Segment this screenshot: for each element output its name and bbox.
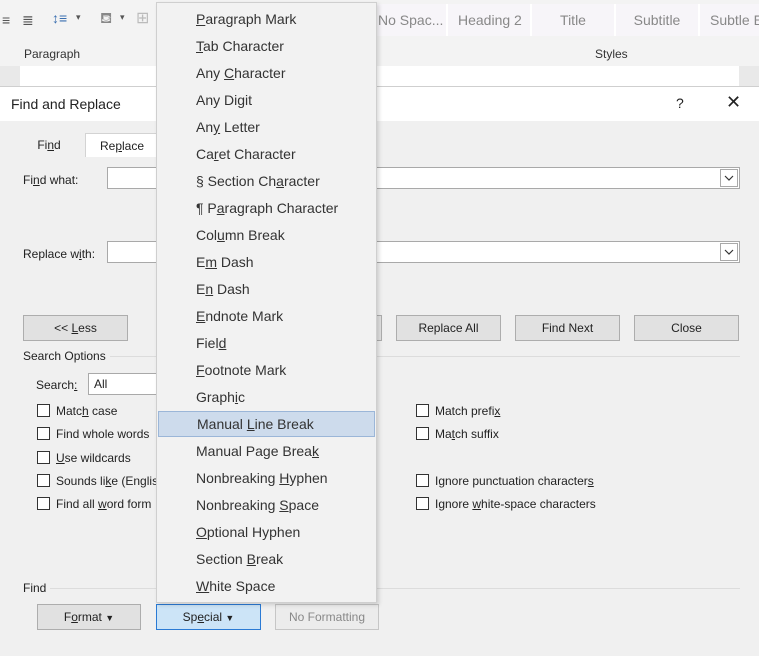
find-whole-words-checkbox[interactable] bbox=[37, 427, 50, 440]
help-button[interactable]: ? bbox=[676, 95, 684, 111]
menu-item-any-character[interactable]: Any Character bbox=[158, 60, 375, 86]
menu-item-white-space[interactable]: White Space bbox=[158, 573, 375, 599]
use-wildcards-checkbox[interactable] bbox=[37, 451, 50, 464]
dialog-panel: Find what: Replace with: << Less Replace… bbox=[0, 157, 759, 656]
sounds-like-label: Sounds like (Englis bbox=[56, 474, 159, 488]
search-direction-select[interactable]: All bbox=[88, 373, 158, 395]
shading-icon[interactable]: ⛾ bbox=[100, 10, 112, 29]
menu-item-nonbreaking-hyphen[interactable]: Nonbreaking Hyphen bbox=[158, 465, 375, 491]
menu-item-tab-character[interactable]: Tab Character bbox=[158, 33, 375, 59]
ignore-punctuation-label: Ignore punctuation characters bbox=[435, 474, 594, 488]
no-formatting-button[interactable]: No Formatting bbox=[275, 604, 379, 630]
tab-replace[interactable]: Replace bbox=[85, 133, 159, 157]
menu-item-manual-line-break[interactable]: Manual Line Break bbox=[158, 411, 375, 437]
divider bbox=[50, 588, 740, 589]
menu-item-field[interactable]: Field bbox=[158, 330, 375, 356]
menu-item-endnote-mark[interactable]: Endnote Mark bbox=[158, 303, 375, 329]
search-options-label: Search Options bbox=[23, 349, 106, 363]
caret-down-icon: ▼ bbox=[105, 613, 115, 623]
sounds-like-checkbox[interactable] bbox=[37, 474, 50, 487]
chevron-down-icon bbox=[724, 175, 734, 181]
menu-item-any-letter[interactable]: Any Letter bbox=[158, 114, 375, 140]
ignore-whitespace-checkbox[interactable] bbox=[416, 497, 429, 510]
menu-item-em-dash[interactable]: Em Dash bbox=[158, 249, 375, 275]
ignore-whitespace-label: Ignore white-space characters bbox=[435, 497, 596, 511]
style-subtle-emphasis[interactable]: Subtle Em bbox=[698, 4, 759, 36]
borders-icon[interactable]: ⊞ bbox=[136, 8, 149, 28]
match-case-label: Match case bbox=[56, 404, 118, 418]
replace-with-dropdown[interactable] bbox=[720, 243, 738, 261]
close-icon[interactable]: ✕ bbox=[726, 92, 741, 113]
menu-item-paragraph-character[interactable]: ¶ Paragraph Character bbox=[158, 195, 375, 221]
match-suffix-label: Match suffix bbox=[435, 427, 499, 441]
align-distributed-icon[interactable]: ≣ bbox=[22, 12, 34, 29]
match-prefix-label: Match prefix bbox=[435, 404, 501, 418]
dialog-title: Find and Replace bbox=[11, 96, 121, 112]
use-wildcards-label: Use wildcards bbox=[56, 451, 131, 465]
menu-item-column-break[interactable]: Column Break bbox=[158, 222, 375, 248]
special-button[interactable]: Special ▼ bbox=[156, 604, 261, 630]
find-whole-words-label: Find whole words bbox=[56, 427, 150, 441]
find-replace-dialog: Find and Replace ? ✕ Find Replace Find w… bbox=[0, 86, 759, 656]
caret-down-icon: ▼ bbox=[225, 613, 235, 623]
find-section-label: Find bbox=[23, 581, 47, 595]
menu-item-nonbreaking-space[interactable]: Nonbreaking Space bbox=[158, 492, 375, 518]
chevron-down-icon[interactable]: ▾ bbox=[120, 12, 125, 23]
chevron-down-icon bbox=[724, 249, 734, 255]
less-button[interactable]: << Less bbox=[23, 315, 128, 341]
ignore-punctuation-checkbox[interactable] bbox=[416, 474, 429, 487]
menu-item-optional-hyphen[interactable]: Optional Hyphen bbox=[158, 519, 375, 545]
special-menu: Paragraph Mark Tab Character Any Charact… bbox=[156, 2, 377, 603]
align-justify-icon[interactable]: ≡ bbox=[2, 12, 10, 28]
paragraph-group-label: Paragraph bbox=[24, 47, 81, 61]
style-no-spacing[interactable]: No Spac... bbox=[366, 4, 446, 36]
tab-find[interactable]: Find bbox=[24, 133, 74, 157]
menu-item-section-character[interactable]: § Section Character bbox=[158, 168, 375, 194]
style-heading-2[interactable]: Heading 2 bbox=[446, 4, 530, 36]
close-button[interactable]: Close bbox=[634, 315, 739, 341]
menu-item-graphic[interactable]: Graphic bbox=[158, 384, 375, 410]
replace-all-button[interactable]: Replace All bbox=[396, 315, 501, 341]
search-direction-value: All bbox=[94, 377, 108, 391]
menu-item-en-dash[interactable]: En Dash bbox=[158, 276, 375, 302]
menu-item-manual-page-break[interactable]: Manual Page Break bbox=[158, 438, 375, 464]
find-all-word-forms-label: Find all word form bbox=[56, 497, 152, 511]
find-what-label: Find what: bbox=[23, 173, 79, 187]
replace-with-label: Replace with: bbox=[23, 247, 96, 261]
document-page bbox=[20, 66, 739, 86]
styles-group-label: Styles bbox=[595, 47, 628, 61]
menu-item-any-digit[interactable]: Any Digit bbox=[158, 87, 375, 113]
tab-replace-label: Replace bbox=[99, 139, 145, 153]
match-case-checkbox[interactable] bbox=[37, 404, 50, 417]
format-button[interactable]: Format ▼ bbox=[37, 604, 141, 630]
find-what-dropdown[interactable] bbox=[720, 169, 738, 187]
tab-find-label: Find bbox=[37, 138, 61, 152]
match-suffix-checkbox[interactable] bbox=[416, 427, 429, 440]
match-prefix-checkbox[interactable] bbox=[416, 404, 429, 417]
style-title[interactable]: Title bbox=[530, 4, 614, 36]
menu-item-paragraph-mark[interactable]: Paragraph Mark bbox=[158, 6, 375, 32]
search-label: Search: bbox=[36, 378, 78, 392]
find-next-button[interactable]: Find Next bbox=[515, 315, 620, 341]
style-subtitle[interactable]: Subtitle bbox=[614, 4, 698, 36]
line-spacing-icon[interactable]: ↕≡ bbox=[52, 10, 67, 26]
find-all-word-forms-checkbox[interactable] bbox=[37, 497, 50, 510]
menu-item-caret-character[interactable]: Caret Character bbox=[158, 141, 375, 167]
chevron-down-icon[interactable]: ▾ bbox=[76, 12, 81, 23]
menu-item-footnote-mark[interactable]: Footnote Mark bbox=[158, 357, 375, 383]
tab-bar: Find Replace bbox=[0, 121, 759, 157]
menu-item-section-break[interactable]: Section Break bbox=[158, 546, 375, 572]
ribbon: ≡ ≣ ↕≡ ▾ ⛾ ▾ ⊞ No Spac... Heading 2 Titl… bbox=[0, 0, 759, 67]
